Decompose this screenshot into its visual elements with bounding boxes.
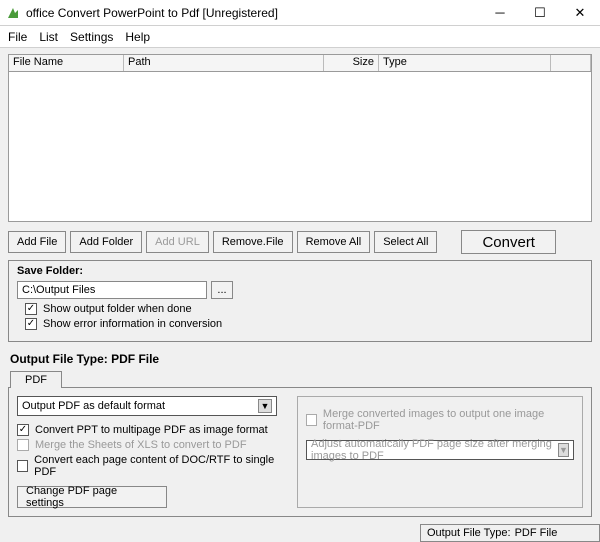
adjust-size-dropdown: Adjust automatically PDF page size after… — [306, 440, 574, 460]
menu-help[interactable]: Help — [125, 30, 150, 44]
convert-ppt-checkbox[interactable]: ✓ — [17, 424, 29, 436]
show-error-label: Show error information in conversion — [43, 318, 222, 330]
minimize-button[interactable]: ─ — [480, 1, 520, 25]
status-bar: Output File Type: PDF File — [420, 524, 600, 542]
pdf-tab-panel: Output PDF as default format ▼ ✓ Convert… — [8, 387, 592, 517]
menu-list[interactable]: List — [39, 30, 58, 44]
output-format-dropdown[interactable]: Output PDF as default format ▼ — [17, 396, 277, 416]
add-url-button: Add URL — [146, 231, 209, 253]
chevron-down-icon: ▼ — [258, 399, 272, 413]
convert-doc-checkbox[interactable] — [17, 460, 28, 472]
adjust-size-value: Adjust automatically PDF page size after… — [311, 438, 552, 462]
app-icon — [6, 6, 20, 20]
convert-doc-label: Convert each page content of DOC/RTF to … — [34, 454, 277, 478]
show-error-checkbox[interactable]: ✓ — [25, 318, 37, 330]
select-all-button[interactable]: Select All — [374, 231, 437, 253]
close-button[interactable]: ✕ — [560, 1, 600, 25]
merge-images-checkbox — [306, 414, 317, 426]
menu-bar: File List Settings Help — [0, 26, 600, 48]
browse-button[interactable]: ... — [211, 281, 233, 299]
show-folder-checkbox[interactable]: ✓ — [25, 303, 37, 315]
remove-file-button[interactable]: Remove.File — [213, 231, 293, 253]
col-path[interactable]: Path — [124, 55, 324, 71]
merge-images-label: Merge converted images to output one ima… — [323, 408, 574, 432]
maximize-button[interactable]: ☐ — [520, 1, 560, 25]
window-title: office Convert PowerPoint to Pdf [Unregi… — [26, 6, 480, 20]
col-size[interactable]: Size — [324, 55, 379, 71]
col-filename[interactable]: File Name — [9, 55, 124, 71]
title-bar: office Convert PowerPoint to Pdf [Unregi… — [0, 0, 600, 26]
col-type[interactable]: Type — [379, 55, 551, 71]
add-file-button[interactable]: Add File — [8, 231, 66, 253]
add-folder-button[interactable]: Add Folder — [70, 231, 142, 253]
status-value: PDF File — [515, 527, 558, 539]
change-pdf-settings-button[interactable]: Change PDF page settings — [17, 486, 167, 508]
file-list[interactable] — [8, 72, 592, 222]
tab-pdf[interactable]: PDF — [10, 371, 62, 388]
menu-settings[interactable]: Settings — [70, 30, 113, 44]
save-folder-input[interactable] — [17, 281, 207, 299]
convert-button[interactable]: Convert — [461, 230, 556, 254]
merge-xls-checkbox — [17, 439, 29, 451]
file-list-header: File Name Path Size Type — [8, 54, 592, 72]
menu-file[interactable]: File — [8, 30, 27, 44]
remove-all-button[interactable]: Remove All — [297, 231, 371, 253]
output-section-title: Output File Type: PDF File — [10, 352, 592, 366]
toolbar: Add File Add Folder Add URL Remove.File … — [8, 230, 592, 254]
save-folder-title: Save Folder: — [17, 265, 583, 277]
status-label: Output File Type: — [427, 527, 511, 539]
merge-xls-label: Merge the Sheets of XLS to convert to PD… — [35, 439, 247, 451]
save-folder-group: Save Folder: ... ✓ Show output folder wh… — [8, 260, 592, 342]
col-end — [551, 55, 591, 71]
convert-ppt-label: Convert PPT to multipage PDF as image fo… — [35, 424, 268, 436]
output-format-value: Output PDF as default format — [22, 400, 165, 412]
show-folder-label: Show output folder when done — [43, 303, 192, 315]
chevron-down-icon: ▼ — [558, 443, 569, 457]
